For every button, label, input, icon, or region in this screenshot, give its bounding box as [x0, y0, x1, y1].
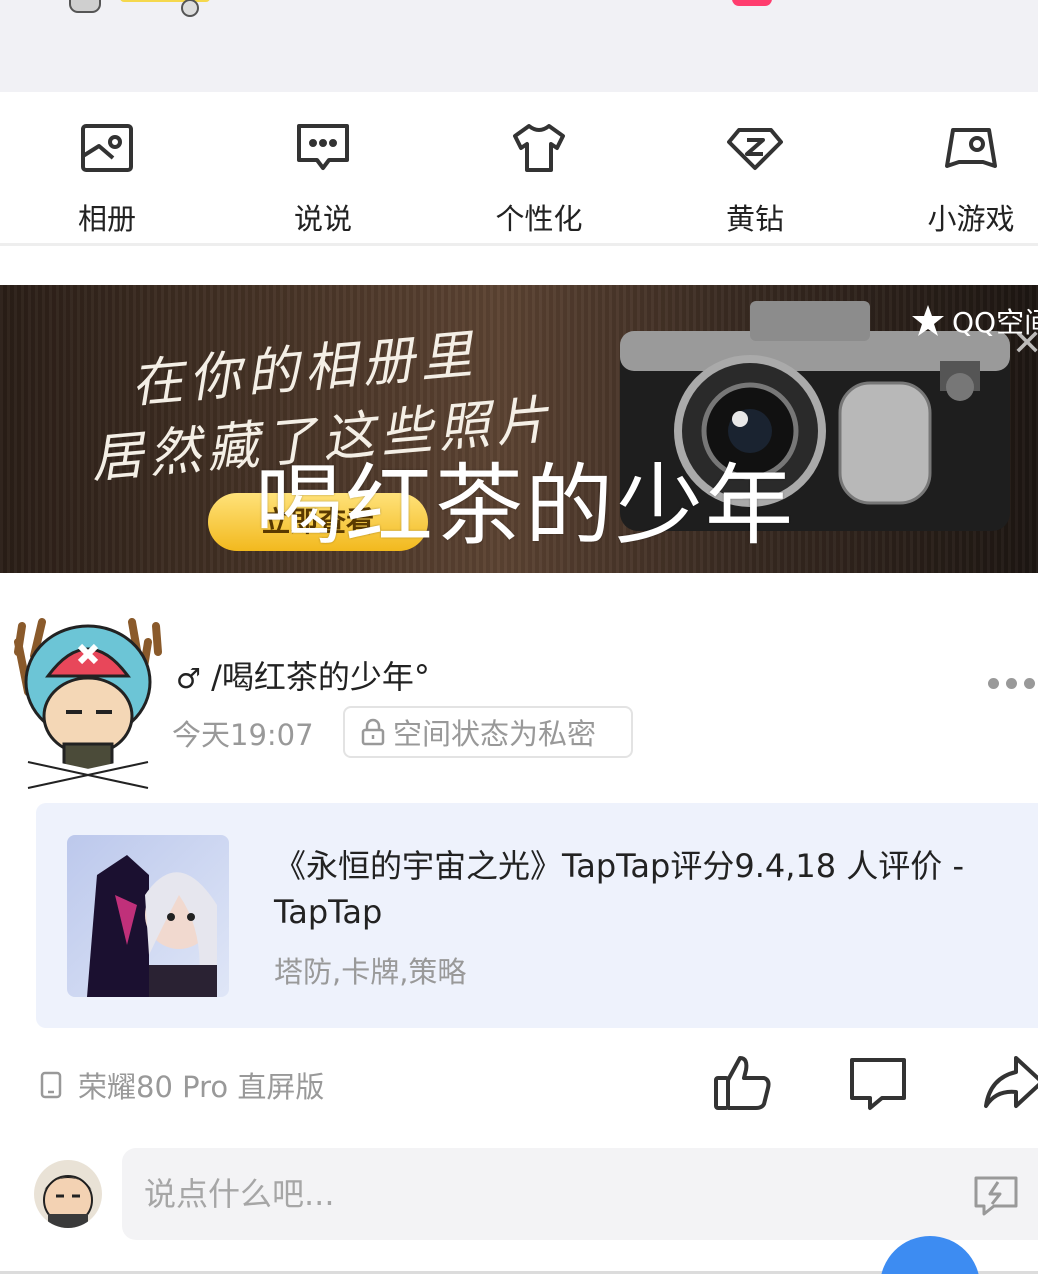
- close-icon[interactable]: ✕: [1012, 323, 1038, 364]
- shared-link-tags: 塔防,卡牌,策略: [274, 955, 467, 989]
- like-icon[interactable]: [710, 1050, 774, 1114]
- nav-label: 说说: [293, 202, 352, 236]
- nav-item-album[interactable]: 相册: [32, 92, 182, 246]
- floating-action-button[interactable]: [880, 1236, 980, 1274]
- gender-icon: ♂: [176, 662, 202, 695]
- gamepad-icon: [945, 128, 997, 168]
- post-author[interactable]: ♂ /喝红茶的少年°: [176, 652, 430, 698]
- nav-label: 小游戏: [927, 202, 1015, 236]
- chat-bubble-icon: [297, 124, 349, 170]
- privacy-badge: 空间状态为私密: [343, 706, 633, 758]
- avatar[interactable]: [8, 612, 168, 798]
- nav-item-mini-games[interactable]: 小游戏: [896, 92, 1038, 246]
- device-name: 荣耀80 Pro 直屏版: [78, 1070, 325, 1104]
- emoji-icon[interactable]: [972, 1172, 1020, 1216]
- decoration-icon: [69, 0, 210, 17]
- comment-bar: [122, 1148, 1038, 1240]
- game-thumbnail: [67, 835, 229, 997]
- nav-label: 黄钻: [725, 202, 784, 236]
- nav-item-yellow-diamond[interactable]: 黄钻: [680, 92, 830, 246]
- tshirt-icon: [513, 124, 565, 172]
- device-info: 荣耀80 Pro 直屏版: [38, 1064, 324, 1106]
- user-avatar[interactable]: [34, 1160, 102, 1228]
- comment-input[interactable]: [144, 1166, 904, 1222]
- notification-badge[interactable]: [732, 0, 772, 6]
- ad-banner[interactable]: 在你的相册里 居然藏了这些照片 立即查看 喝红茶的少年 QQ空间 ✕: [0, 285, 1038, 573]
- post-time: 今天19:07: [172, 718, 314, 752]
- star-logo-icon: [912, 305, 944, 336]
- share-icon[interactable]: [982, 1050, 1038, 1114]
- shared-link-card[interactable]: 《永恒的宇宙之光》TapTap评分9.4,18 人评价 - TapTap 塔防,…: [36, 803, 1038, 1028]
- phone-icon: [40, 1071, 62, 1099]
- more-options-icon[interactable]: [986, 678, 1038, 694]
- comment-icon[interactable]: [846, 1050, 910, 1114]
- nav-label: 个性化: [495, 202, 583, 236]
- nav-item-shuoshuo[interactable]: 说说: [248, 92, 398, 246]
- banner-overlay-text: 喝红茶的少年: [255, 454, 796, 557]
- feature-nav: 相册 说说 个性化 黄钻 小游戏: [0, 92, 1038, 246]
- nav-item-personalize[interactable]: 个性化: [464, 92, 614, 246]
- shared-link-title: 《永恒的宇宙之光》TapTap评分9.4,18 人评价 - TapTap: [274, 847, 965, 931]
- photo-album-icon: [81, 124, 133, 172]
- nav-label: 相册: [77, 202, 136, 236]
- profile-header-strip: [0, 0, 1038, 92]
- privacy-label: 空间状态为私密: [393, 717, 597, 751]
- author-name[interactable]: /喝红茶的少年°: [211, 658, 430, 696]
- diamond-icon: [727, 128, 783, 170]
- lock-icon: [361, 718, 385, 746]
